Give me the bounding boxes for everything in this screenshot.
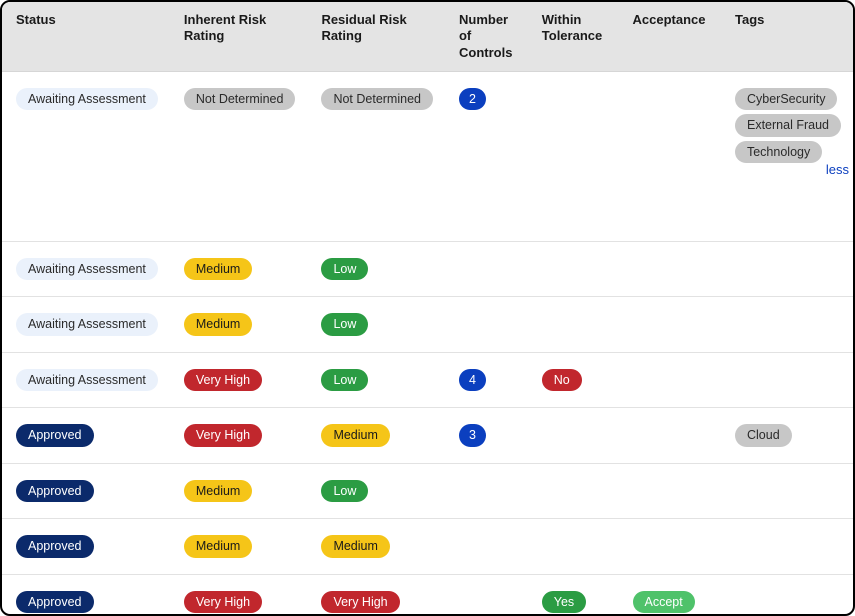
- inherent-risk-pill[interactable]: Very High: [184, 424, 262, 447]
- status-pill[interactable]: Awaiting Assessment: [16, 369, 158, 392]
- table-row[interactable]: Awaiting Assessment Very High Low 4 No: [2, 352, 853, 408]
- status-pill[interactable]: Approved: [16, 535, 94, 558]
- tolerance-pill[interactable]: Yes: [542, 591, 586, 614]
- residual-risk-pill[interactable]: Medium: [321, 424, 389, 447]
- table-row[interactable]: Awaiting Assessment Medium Low: [2, 297, 853, 353]
- residual-risk-pill[interactable]: Very High: [321, 591, 399, 614]
- inherent-risk-pill[interactable]: Medium: [184, 535, 252, 558]
- inherent-risk-pill[interactable]: Medium: [184, 480, 252, 503]
- tag-pill[interactable]: External Fraud: [735, 114, 841, 137]
- status-pill[interactable]: Approved: [16, 480, 94, 503]
- col-controls[interactable]: Number of Controls: [445, 2, 528, 71]
- table-row[interactable]: Awaiting Assessment Medium Low: [2, 241, 853, 297]
- tag-pill[interactable]: Technology: [735, 141, 822, 164]
- inherent-risk-pill[interactable]: Not Determined: [184, 88, 296, 111]
- risk-table: Status Inherent Risk Rating Residual Ris…: [2, 2, 853, 616]
- acceptance-pill[interactable]: Accept: [633, 591, 695, 614]
- residual-risk-pill[interactable]: Low: [321, 369, 368, 392]
- inherent-risk-pill[interactable]: Medium: [184, 258, 252, 281]
- residual-risk-pill[interactable]: Not Determined: [321, 88, 433, 111]
- status-pill[interactable]: Awaiting Assessment: [16, 88, 158, 111]
- inherent-risk-pill[interactable]: Medium: [184, 313, 252, 336]
- controls-count-pill[interactable]: 3: [459, 424, 486, 447]
- risk-table-frame: Status Inherent Risk Rating Residual Ris…: [0, 0, 855, 616]
- col-tags[interactable]: Tags: [721, 2, 853, 71]
- table-row[interactable]: Approved Very High Medium 3 Cloud: [2, 408, 853, 464]
- table-row[interactable]: Approved Medium Medium: [2, 519, 853, 575]
- table-row[interactable]: Approved Medium Low: [2, 463, 853, 519]
- status-pill[interactable]: Approved: [16, 424, 94, 447]
- tag-pill[interactable]: Cloud: [735, 424, 792, 447]
- tolerance-pill[interactable]: No: [542, 369, 582, 392]
- inherent-risk-pill[interactable]: Very High: [184, 591, 262, 614]
- residual-risk-pill[interactable]: Low: [321, 258, 368, 281]
- col-tolerance[interactable]: Within Tolerance: [528, 2, 619, 71]
- col-status[interactable]: Status: [2, 2, 170, 71]
- col-residual[interactable]: Residual Risk Rating: [307, 2, 445, 71]
- controls-count-pill[interactable]: 4: [459, 369, 486, 392]
- col-acceptance[interactable]: Acceptance: [619, 2, 721, 71]
- status-pill[interactable]: Approved: [16, 591, 94, 614]
- header-row: Status Inherent Risk Rating Residual Ris…: [2, 2, 853, 71]
- residual-risk-pill[interactable]: Low: [321, 313, 368, 336]
- status-pill[interactable]: Awaiting Assessment: [16, 258, 158, 281]
- tag-pill[interactable]: CyberSecurity: [735, 88, 838, 111]
- table-body: Awaiting Assessment Not Determined Not Det…: [2, 71, 853, 616]
- table-row[interactable]: Awaiting Assessment Not Determined Not Det…: [2, 71, 853, 241]
- status-pill[interactable]: Awaiting Assessment: [16, 313, 158, 336]
- controls-count-pill[interactable]: 2: [459, 88, 486, 111]
- table-row[interactable]: Approved Very High Very High Yes Accept: [2, 574, 853, 616]
- residual-risk-pill[interactable]: Low: [321, 480, 368, 503]
- collapse-tags-link[interactable]: less: [826, 162, 849, 177]
- inherent-risk-pill[interactable]: Very High: [184, 369, 262, 392]
- residual-risk-pill[interactable]: Medium: [321, 535, 389, 558]
- col-inherent[interactable]: Inherent Risk Rating: [170, 2, 308, 71]
